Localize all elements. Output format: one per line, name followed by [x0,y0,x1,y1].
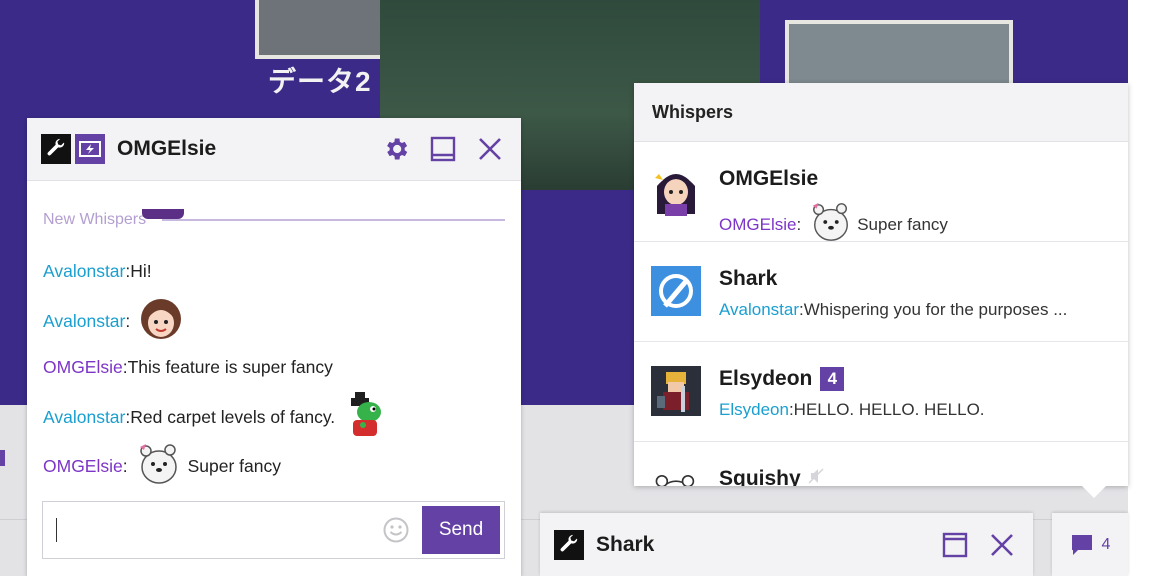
new-whispers-divider: New Whispers [43,211,505,229]
whispers-count: 4 [1101,535,1111,553]
maximize-icon [942,532,968,557]
preview-username: Elsydeon [719,400,789,419]
minimized-window-title: Shark [596,532,655,556]
chat-message: OMGElsie: This feature is super fancy [43,357,333,378]
thread-name: Shark [719,267,777,291]
preview-username: Avalonstar [719,300,800,319]
message-separator: : [122,456,128,476]
send-button[interactable]: Send [422,506,500,554]
anime-girl-avatar [651,166,701,216]
thread-name-text: Shark [719,267,778,290]
message-separator: : [125,311,131,331]
staff-badge-icon [75,134,105,164]
unread-count-badge: 4 [820,367,845,391]
minimized-chat-window[interactable]: Shark [540,513,1033,576]
message-text: Hi! [130,261,152,281]
shark-logo-avatar [651,266,701,316]
whisper-input[interactable] [53,512,377,550]
preview-username: OMGElsie [719,214,797,234]
close-icon [991,533,1013,556]
maximize-button[interactable] [938,528,972,562]
thread-name-text: Squishy [719,467,801,486]
message-text: This feature is super fancy [127,357,333,377]
settings-button[interactable] [379,132,413,166]
muted-icon [807,467,825,486]
divider-rule [162,219,505,221]
close-button[interactable] [985,528,1019,562]
whispers-panel: Whispers OMGElsie OMGElsie: Super fancy … [634,83,1128,486]
message-username[interactable]: Avalonstar [43,311,125,332]
chat-message: Avalonstar: [43,296,184,347]
thread-name: Squishy [719,467,825,486]
bear-avatar [651,466,701,486]
thread-preview: Elsydeon: HELLO. HELLO. HELLO. [719,400,1114,420]
gear-icon [387,138,408,160]
close-button[interactable] [473,132,507,166]
speech-bubble-icon [1071,534,1092,555]
whisper-thread-item[interactable]: Shark Avalonstar: Whispering you for the… [634,242,1128,342]
close-icon [479,138,501,160]
message-text: Super fancy [187,456,281,476]
divider-label: New Whispers [43,211,147,228]
girl-face-emote-icon [138,296,184,347]
whispers-header: Whispers [634,83,1128,142]
chat-message: OMGElsie: Super fancy [43,441,281,492]
partial-emote [142,209,184,219]
yoshi-emote-icon [343,390,389,445]
whispers-toggle-button[interactable]: 4 [1052,513,1128,576]
chat-window-header: OMGElsie [27,118,521,181]
message-text: Red carpet levels of fancy. [130,407,336,427]
thread-name-text: Elsydeon [719,367,813,390]
chat-input-container: Send [42,501,505,559]
preview-text: Super fancy [857,214,948,234]
thread-name-text: OMGElsie [719,167,819,190]
thread-name: Elsydeon 4 [719,367,845,391]
pixel-knight-avatar [651,366,701,416]
message-username[interactable]: Avalonstar [43,261,125,282]
whisper-chat-window: OMGElsie New Whispers Avalonstar: Hi! Av… [27,118,521,576]
whispers-panel-pointer [1082,486,1106,498]
chat-message-area: New Whispers [27,209,521,229]
thread-name: OMGElsie [719,167,818,191]
chat-message: Avalonstar: Red carpet levels of fancy. [43,390,389,445]
chat-message: Avalonstar: Hi! [43,261,152,282]
stream-panel-left [255,0,393,59]
side-indicator [0,450,5,466]
smiley-icon [383,517,409,543]
thread-preview: Avalonstar: Whispering you for the purpo… [719,300,1114,320]
chat-window-title: OMGElsie [117,137,217,160]
minimize-icon [430,136,456,162]
wrench-icon [41,134,71,164]
preview-text: Whispering you for the purposes ... [803,300,1068,319]
emoticon-picker-button[interactable] [383,517,409,543]
minimize-button[interactable] [426,132,460,166]
preview-separator: : [796,214,802,234]
message-username[interactable]: OMGElsie [43,456,123,477]
wrench-icon [554,529,584,560]
whisper-thread-item[interactable]: Squishy [634,442,1128,486]
right-rail [1128,0,1152,576]
message-username[interactable]: OMGElsie [43,357,123,378]
polar-bear-emote-icon [136,441,182,492]
message-username[interactable]: Avalonstar [43,407,125,428]
whisper-thread-item[interactable]: OMGElsie OMGElsie: Super fancy [634,142,1128,242]
whisper-thread-item[interactable]: Elsydeon 4 Elsydeon: HELLO. HELLO. HELLO. [634,342,1128,442]
preview-text: HELLO. HELLO. HELLO. [793,400,985,419]
stream-overlay-text: データ2 [268,66,372,97]
